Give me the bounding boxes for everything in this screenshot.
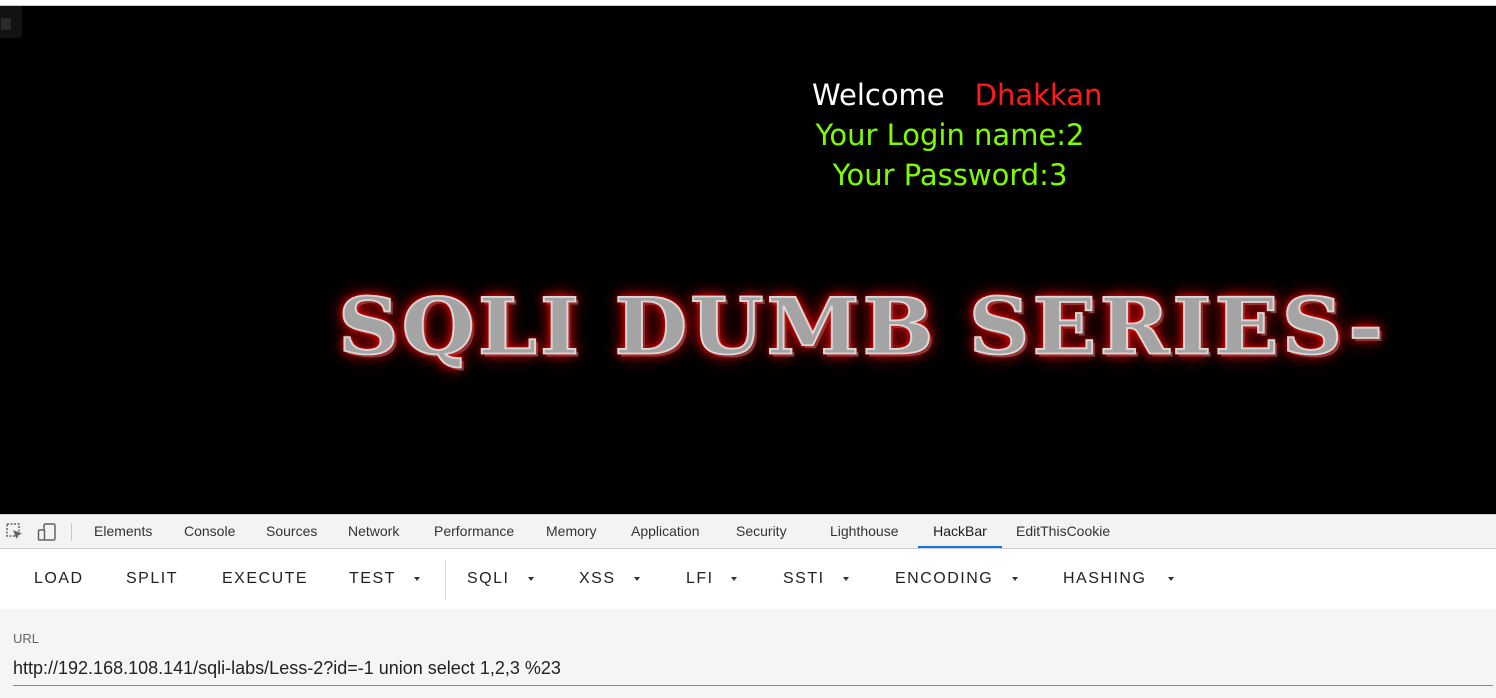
encoding-chevron-down-icon[interactable] <box>1012 577 1018 581</box>
tab-lighthouse[interactable]: Lighthouse <box>830 515 899 548</box>
lfi-chevron-down-icon[interactable] <box>731 577 737 581</box>
login-name-line: Your Login name:2 <box>815 118 1085 152</box>
ssti-chevron-down-icon[interactable] <box>843 577 849 581</box>
url-label: URL <box>13 631 40 646</box>
hashing-menu-button[interactable]: HASHING <box>1063 568 1146 590</box>
ssti-menu-button[interactable]: SSTI <box>783 568 825 590</box>
xss-chevron-down-icon[interactable] <box>634 577 640 581</box>
tab-hackbar[interactable]: HackBar <box>918 515 1002 548</box>
devtools-tab-bar: Elements Console Sources Network Perform… <box>0 514 1496 549</box>
test-chevron-down-icon[interactable] <box>414 577 420 581</box>
load-button[interactable]: LOAD <box>34 568 84 590</box>
tab-sources[interactable]: Sources <box>266 515 317 548</box>
tab-application[interactable]: Application <box>631 515 700 548</box>
welcome-message: Welcome Dhakkan <box>812 78 1102 112</box>
url-panel: URL <box>0 609 1496 698</box>
toolbar-separator <box>445 560 446 600</box>
password-line: Your Password:3 <box>832 158 1068 192</box>
tab-console[interactable]: Console <box>184 515 235 548</box>
inspect-element-icon[interactable] <box>5 522 25 542</box>
tab-security[interactable]: Security <box>736 515 787 548</box>
welcome-word: Welcome <box>812 78 945 112</box>
hackbar-toolbar: LOAD SPLIT EXECUTE TEST SQLI XSS LFI SST… <box>0 549 1496 609</box>
split-button[interactable]: SPLIT <box>126 568 178 590</box>
tab-memory[interactable]: Memory <box>546 515 597 548</box>
sqli-menu-button[interactable]: SQLI <box>467 568 509 590</box>
encoding-menu-button[interactable]: ENCODING <box>895 568 993 590</box>
tab-performance[interactable]: Performance <box>434 515 514 548</box>
lfi-menu-button[interactable]: LFI <box>686 568 714 590</box>
hashing-chevron-down-icon[interactable] <box>1168 577 1174 581</box>
sqli-chevron-down-icon[interactable] <box>528 577 534 581</box>
url-input[interactable] <box>13 652 1493 686</box>
test-menu-button[interactable]: TEST <box>349 568 396 590</box>
page-corner-tab <box>0 6 22 38</box>
execute-button[interactable]: EXECUTE <box>222 568 308 590</box>
sqli-dumb-series-banner: SQLI DUMB SERIES- <box>337 279 1387 373</box>
tab-editthiscookie[interactable]: EditThisCookie <box>1016 515 1110 548</box>
web-page-content: Welcome Dhakkan Your Login name:2 Your Pa… <box>0 6 1496 514</box>
xss-menu-button[interactable]: XSS <box>579 568 616 590</box>
welcome-name: Dhakkan <box>974 78 1103 112</box>
tab-network[interactable]: Network <box>348 515 399 548</box>
devtools-separator <box>71 523 72 541</box>
device-toolbar-icon[interactable] <box>37 522 57 542</box>
tab-elements[interactable]: Elements <box>94 515 152 548</box>
